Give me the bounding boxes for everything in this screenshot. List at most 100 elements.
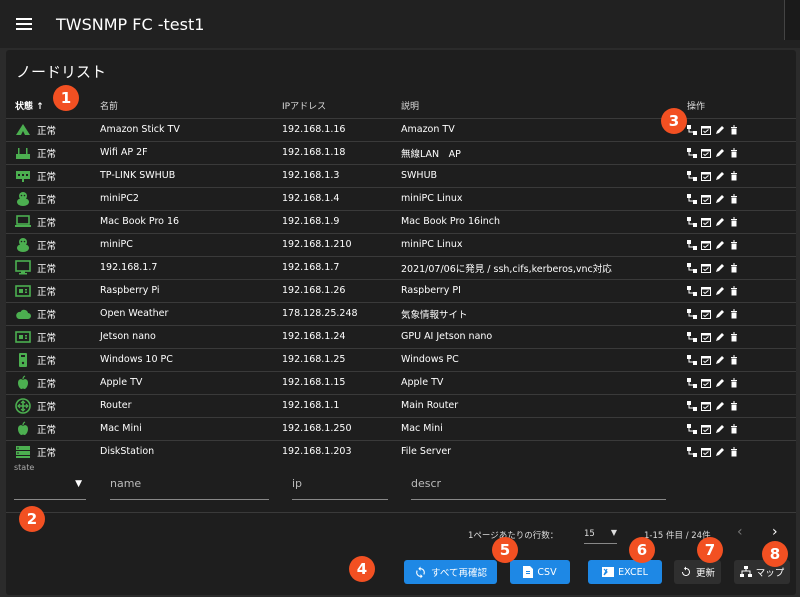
state-cell: 正常 <box>6 370 100 394</box>
network-node-icon[interactable] <box>687 124 697 135</box>
next-page-icon[interactable]: › <box>772 524 778 540</box>
name-cell: Amazon Stick TV <box>100 117 282 141</box>
column-header-ip[interactable]: IPアドレス <box>282 94 401 118</box>
ip-cell: 192.168.1.1 <box>282 393 401 417</box>
ip-filter-input[interactable]: ip <box>292 477 388 500</box>
delete-trash-icon[interactable] <box>729 240 739 250</box>
table-row[interactable]: 正常 Jetson nano 192.168.1.24 GPU AI Jetson n… <box>6 324 796 348</box>
polling-check-icon[interactable] <box>701 286 711 296</box>
network-node-icon[interactable] <box>687 308 697 319</box>
chevron-down-icon[interactable]: ▼ <box>75 479 82 489</box>
name-cell: Wifi AP 2F <box>100 140 282 164</box>
edit-pencil-icon[interactable] <box>715 240 725 250</box>
delete-trash-icon[interactable] <box>729 378 739 388</box>
refresh-button[interactable]: 更新 <box>674 560 721 584</box>
delete-trash-icon[interactable] <box>729 263 739 273</box>
chevron-down-icon[interactable]: ▼ <box>611 528 617 537</box>
network-node-icon[interactable] <box>687 170 697 181</box>
polling-check-icon[interactable] <box>701 194 711 204</box>
edit-pencil-icon[interactable] <box>715 309 725 319</box>
network-node-icon[interactable] <box>687 239 697 250</box>
polling-check-icon[interactable] <box>701 148 711 158</box>
polling-check-icon[interactable] <box>701 355 711 365</box>
polling-check-icon[interactable] <box>701 263 711 273</box>
delete-trash-icon[interactable] <box>729 401 739 411</box>
actions-cell <box>679 393 796 417</box>
delete-trash-icon[interactable] <box>729 286 739 296</box>
edit-pencil-icon[interactable] <box>715 125 725 135</box>
delete-trash-icon[interactable] <box>729 309 739 319</box>
delete-trash-icon[interactable] <box>729 171 739 181</box>
actions-cell <box>679 117 796 141</box>
edit-pencil-icon[interactable] <box>715 378 725 388</box>
csv-button[interactable]: CSV <box>510 560 570 584</box>
polling-check-icon[interactable] <box>701 240 711 250</box>
delete-trash-icon[interactable] <box>729 194 739 204</box>
ip-cell: 192.168.1.210 <box>282 232 401 256</box>
edit-pencil-icon[interactable] <box>715 171 725 181</box>
delete-trash-icon[interactable] <box>729 424 739 434</box>
polling-check-icon[interactable] <box>701 309 711 319</box>
network-node-icon[interactable] <box>687 354 697 365</box>
table-row[interactable]: 正常 Apple TV 192.168.1.15 Apple TV <box>6 370 796 394</box>
network-node-icon[interactable] <box>687 216 697 227</box>
polling-check-icon[interactable] <box>701 332 711 342</box>
edit-pencil-icon[interactable] <box>715 332 725 342</box>
polling-check-icon[interactable] <box>701 401 711 411</box>
table-row[interactable]: 正常 Raspberry Pi 192.168.1.26 Raspberry PI <box>6 278 796 302</box>
edit-pencil-icon[interactable] <box>715 148 725 158</box>
edit-pencil-icon[interactable] <box>715 286 725 296</box>
state-filter-select[interactable]: ▼ <box>14 477 86 500</box>
network-node-icon[interactable] <box>687 331 697 342</box>
polling-check-icon[interactable] <box>701 171 711 181</box>
table-row[interactable]: 正常 Wifi AP 2F 192.168.1.18 無線LAN AP <box>6 140 796 164</box>
column-header-descr[interactable]: 説明 <box>401 94 679 118</box>
sort-arrow-up-icon[interactable]: ↑ <box>36 102 44 112</box>
table-row[interactable]: 正常 miniPC 192.168.1.210 miniPC Linux <box>6 232 796 256</box>
rows-per-page-select[interactable]: 15 ▼ <box>584 525 617 544</box>
network-node-icon[interactable] <box>687 262 697 273</box>
edit-pencil-icon[interactable] <box>715 424 725 434</box>
polling-check-icon[interactable] <box>701 217 711 227</box>
actions-cell <box>679 301 796 325</box>
excel-button[interactable]: EXCEL <box>588 560 662 584</box>
table-row[interactable]: 正常 miniPC2 192.168.1.4 miniPC Linux <box>6 186 796 210</box>
edit-pencil-icon[interactable] <box>715 194 725 204</box>
annotation-badge-8: 8 <box>762 541 788 567</box>
state-text: 正常 <box>37 240 57 252</box>
recheck-all-button[interactable]: すべて再確認 <box>404 560 497 584</box>
table-row[interactable]: 正常 TP-LINK SWHUB 192.168.1.3 SWHUB <box>6 163 796 187</box>
table-row[interactable]: 正常 Mac Mini 192.168.1.250 Mac Mini <box>6 416 796 440</box>
hamburger-menu-icon[interactable] <box>0 0 48 48</box>
name-filter-input[interactable]: name <box>110 477 269 500</box>
prev-page-icon[interactable]: ‹ <box>737 524 743 540</box>
polling-check-icon[interactable] <box>701 378 711 388</box>
network-node-icon[interactable] <box>687 400 697 411</box>
edit-pencil-icon[interactable] <box>715 355 725 365</box>
delete-trash-icon[interactable] <box>729 148 739 158</box>
edit-pencil-icon[interactable] <box>715 263 725 273</box>
recheck-all-label: すべて再確認 <box>431 568 487 579</box>
table-row[interactable]: 正常 Mac Book Pro 16 192.168.1.9 Mac Book Pro… <box>6 209 796 233</box>
delete-trash-icon[interactable] <box>729 332 739 342</box>
state-cell: 正常 <box>6 255 100 279</box>
table-row[interactable]: 正常 Router 192.168.1.1 Main Router <box>6 393 796 417</box>
table-row[interactable]: 正常 Windows 10 PC 192.168.1.25 Windows PC <box>6 347 796 371</box>
delete-trash-icon[interactable] <box>729 355 739 365</box>
network-node-icon[interactable] <box>687 285 697 296</box>
polling-check-icon[interactable] <box>701 424 711 434</box>
edit-pencil-icon[interactable] <box>715 217 725 227</box>
polling-check-icon[interactable] <box>701 125 711 135</box>
network-node-icon[interactable] <box>687 147 697 158</box>
descr-filter-input[interactable]: descr <box>411 477 666 500</box>
ip-cell: 192.168.1.15 <box>282 370 401 394</box>
network-node-icon[interactable] <box>687 377 697 388</box>
column-header-name[interactable]: 名前 <box>100 94 282 118</box>
network-node-icon[interactable] <box>687 423 697 434</box>
delete-trash-icon[interactable] <box>729 125 739 135</box>
network-node-icon[interactable] <box>687 193 697 204</box>
edit-pencil-icon[interactable] <box>715 401 725 411</box>
delete-trash-icon[interactable] <box>729 217 739 227</box>
table-row[interactable]: 正常 Open Weather 178.128.25.248 気象情報サイト <box>6 301 796 325</box>
table-row[interactable]: 正常 192.168.1.7 192.168.1.7 2021/07/06に発見 / … <box>6 255 796 279</box>
